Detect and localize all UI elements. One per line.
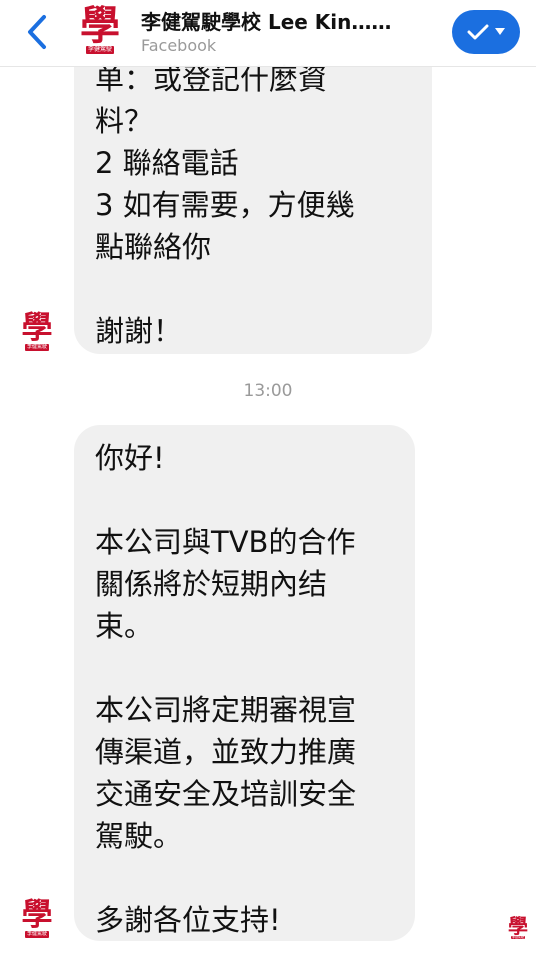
message-timestamp: 13:00 (243, 381, 293, 401)
message-line (95, 268, 432, 310)
message-line: 本公司與TVB的合作 (95, 525, 356, 559)
message-line: 3 如有需要，方便幾 (95, 188, 355, 222)
logo-character: 學 (21, 897, 53, 933)
message-line: 本公司將定期審視宣 (95, 693, 357, 727)
message-line: 駕駛。 (95, 819, 183, 853)
message-line: 多謝各位支持! (95, 903, 281, 937)
logo-subtext: 李健駕駛 (24, 931, 49, 938)
message-line (95, 479, 415, 521)
page-avatar[interactable]: 學 李健駕駛 (72, 6, 128, 60)
message-line: 點聯絡你 (95, 230, 212, 264)
message-bubble[interactable]: 你好! 本公司與TVB的合作 關係將於短期內结 束。 本公司將定期審視宣 傳渠道… (74, 425, 415, 941)
logo-character: 學 (80, 2, 120, 49)
chat-header: 學 李健駕駛 李健駕駛學校 Lee Kin…… Facebook (0, 0, 536, 67)
message-line: 束。 (95, 609, 154, 643)
message-line: 你好! (95, 441, 165, 475)
message-line (95, 857, 415, 899)
logo-character: 學 (21, 310, 53, 346)
message-line: 料？ (95, 104, 154, 138)
page-title[interactable]: 李健駕駛學校 Lee Kin…… (141, 6, 441, 35)
message-line: 2 聯絡電話 (95, 146, 239, 180)
message-line: 關係將於短期內结 (95, 567, 328, 601)
message-line (95, 647, 415, 689)
checkmark-menu-button[interactable] (452, 10, 520, 54)
sender-avatar[interactable]: 學 李健駕駛 (19, 900, 55, 938)
seen-receipt-avatar: 學 李健駕駛 (506, 916, 530, 939)
back-button[interactable] (20, 12, 54, 52)
sender-avatar[interactable]: 學 李健駕駛 (19, 313, 55, 351)
checkmark-icon (467, 24, 489, 40)
logo-subtext: 李健駕駛 (85, 46, 114, 54)
logo-character: 學 (508, 914, 528, 938)
page-subtitle: Facebook (141, 36, 217, 55)
chevron-left-icon (28, 15, 46, 49)
message-line: 謝謝！ (95, 314, 183, 348)
logo-subtext: 李健駕駛 (510, 935, 525, 939)
message-line: 傳渠道，並致力推廣 (95, 735, 357, 769)
message-line: 交通安全及培訓安全 (95, 777, 357, 811)
message-bubble[interactable]: 单：或登記什麼資 料？ 2 聯絡電話 3 如有需要，方便幾 點聯絡你 謝謝！ (74, 20, 432, 354)
logo-subtext: 李健駕駛 (24, 344, 49, 351)
caret-down-icon (495, 28, 505, 35)
